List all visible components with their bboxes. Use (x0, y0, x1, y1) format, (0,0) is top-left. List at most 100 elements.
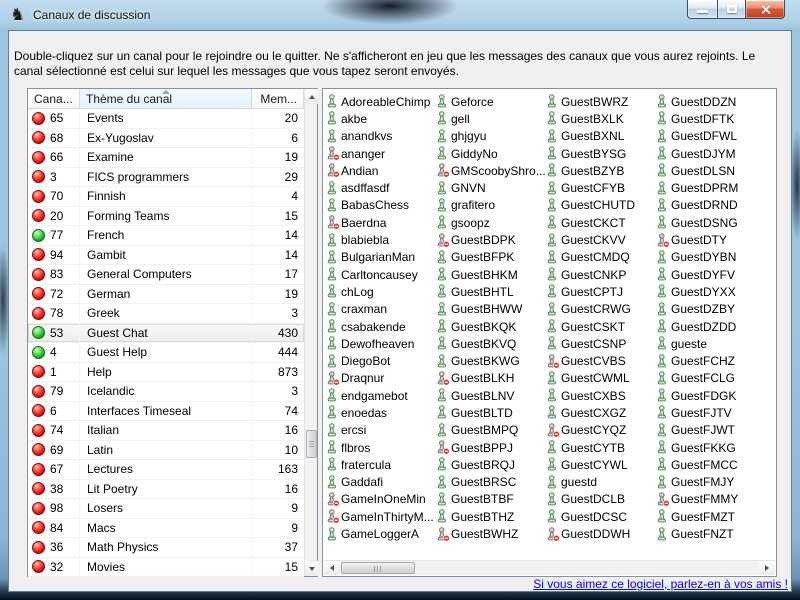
channel-row[interactable]: 68Ex-Yugoslav6 (28, 129, 304, 149)
close-button[interactable] (746, 0, 785, 19)
user-item[interactable]: GuestDRND (656, 197, 766, 214)
user-item[interactable]: GuestBZYB (546, 162, 656, 179)
scroll-right-button[interactable] (759, 561, 775, 575)
user-item[interactable]: guestd (546, 474, 656, 491)
channel-row[interactable]: 78Greek3 (28, 304, 304, 324)
user-item[interactable]: ercsi (326, 422, 436, 439)
user-item[interactable]: akbe (326, 110, 436, 127)
user-item[interactable]: endgamebot (326, 387, 436, 404)
channel-row[interactable]: 84Macs9 (28, 519, 304, 539)
user-item[interactable]: GuestFMJY (656, 474, 766, 491)
user-item[interactable]: GuestBLKH (436, 370, 546, 387)
column-header-members[interactable]: Mem... (252, 89, 304, 108)
user-item[interactable]: anandkvs (326, 128, 436, 145)
user-item[interactable]: ananger (326, 145, 436, 162)
user-item[interactable]: GuestCRWG (546, 301, 656, 318)
user-item[interactable]: blabiebla (326, 231, 436, 248)
user-item[interactable]: GuestBKQK (436, 318, 546, 335)
channel-row[interactable]: 6Interfaces Timeseal74 (28, 402, 304, 422)
user-item[interactable]: GameInThirtyM... (326, 508, 436, 525)
user-item[interactable]: DiegoBot (326, 352, 436, 369)
user-item[interactable]: GuestFDGK (656, 387, 766, 404)
user-item[interactable]: GuestFNZT (656, 525, 766, 542)
user-item[interactable]: GuestBHWW (436, 301, 546, 318)
user-item[interactable]: GuestFMMY (656, 491, 766, 508)
user-item[interactable]: GuestDYBN (656, 249, 766, 266)
user-item[interactable]: GuestBHKM (436, 266, 546, 283)
column-header-theme[interactable]: Thème du canal (80, 89, 252, 108)
user-item[interactable]: GuestBMPQ (436, 422, 546, 439)
channel-row[interactable]: 69Latin10 (28, 441, 304, 461)
user-item[interactable]: GuestDFTK (656, 110, 766, 127)
user-item[interactable]: GuestFJWT (656, 422, 766, 439)
channel-row[interactable]: 79Icelandic3 (28, 382, 304, 402)
scroll-up-button[interactable] (305, 89, 318, 104)
user-item[interactable]: GuestFMZT (656, 508, 766, 525)
user-item[interactable]: GuestFCHZ (656, 352, 766, 369)
user-item[interactable]: GuestBLTD (436, 404, 546, 421)
channel-row[interactable]: 38Lit Poetry16 (28, 480, 304, 500)
channel-row[interactable]: 65Events20 (28, 109, 304, 129)
user-item[interactable]: GuestBKVQ (436, 335, 546, 352)
channel-row[interactable]: 20Forming Teams15 (28, 207, 304, 227)
user-item[interactable]: GuestCHUTD (546, 197, 656, 214)
user-item[interactable]: asdffasdf (326, 179, 436, 196)
channel-row[interactable]: 94Gambit14 (28, 246, 304, 266)
user-item[interactable]: GuestBRQJ (436, 456, 546, 473)
user-item[interactable]: Draqnur (326, 370, 436, 387)
user-item[interactable]: Geforce (436, 93, 546, 110)
user-item[interactable]: GiddyNo (436, 145, 546, 162)
user-item[interactable]: BulgarianMan (326, 249, 436, 266)
user-item[interactable]: GuestDLSN (656, 162, 766, 179)
user-item[interactable]: GuestBFPK (436, 249, 546, 266)
user-item[interactable]: grafitero (436, 197, 546, 214)
channel-row[interactable]: 98Losers9 (28, 499, 304, 519)
members-horizontal-scrollbar[interactable] (324, 560, 775, 575)
user-item[interactable]: GameLoggerA (326, 525, 436, 542)
channel-row[interactable]: 36Math Physics37 (28, 538, 304, 558)
user-item[interactable]: GuestDDZN (656, 93, 766, 110)
user-item[interactable]: GNVN (436, 179, 546, 196)
user-item[interactable]: GuestBTHZ (436, 508, 546, 525)
user-item[interactable]: GuestCYWL (546, 456, 656, 473)
user-item[interactable]: GuestBPPJ (436, 439, 546, 456)
scroll-down-button[interactable] (305, 561, 318, 576)
user-item[interactable]: GuestDJYM (656, 145, 766, 162)
user-item[interactable]: GuestCNKP (546, 266, 656, 283)
user-item[interactable]: GuestCXGZ (546, 404, 656, 421)
user-item[interactable]: GuestDTY (656, 231, 766, 248)
user-item[interactable]: Andian (326, 162, 436, 179)
user-item[interactable]: GMScoobyShro... (436, 162, 546, 179)
horizontal-scrollbar-thumb[interactable] (341, 562, 415, 574)
user-item[interactable]: gell (436, 110, 546, 127)
user-item[interactable]: GuestCKCT (546, 214, 656, 231)
column-header-channel[interactable]: Cana... (28, 89, 80, 108)
user-item[interactable]: GuestCXBS (546, 387, 656, 404)
user-item[interactable]: ghjgyu (436, 128, 546, 145)
titlebar[interactable]: ♞ Canaux de discussion (0, 0, 800, 30)
channel-row[interactable]: 70Finnish4 (28, 187, 304, 207)
user-item[interactable]: GuestCSKT (546, 318, 656, 335)
channel-row[interactable]: 74Italian16 (28, 421, 304, 441)
maximize-button[interactable] (717, 0, 746, 19)
user-item[interactable]: Dewofheaven (326, 335, 436, 352)
user-item[interactable]: fratercula (326, 456, 436, 473)
user-item[interactable]: GuestCWML (546, 370, 656, 387)
user-item[interactable]: GuestDCSC (546, 508, 656, 525)
user-item[interactable]: GuestBDPK (436, 231, 546, 248)
user-item[interactable]: GuestBXLK (546, 110, 656, 127)
user-item[interactable]: AdoreableChimp (326, 93, 436, 110)
user-item[interactable]: Baerdna (326, 214, 436, 231)
user-item[interactable]: GuestCYQZ (546, 422, 656, 439)
user-item[interactable]: GuestDCLB (546, 491, 656, 508)
channel-row[interactable]: 66Examine19 (28, 148, 304, 168)
channel-row[interactable]: 67Lectures163 (28, 460, 304, 480)
user-item[interactable]: GameInOneMin (326, 491, 436, 508)
user-item[interactable]: GuestBYSG (546, 145, 656, 162)
vertical-scrollbar-thumb[interactable] (306, 430, 317, 458)
user-item[interactable]: GuestDFWL (656, 128, 766, 145)
user-item[interactable]: craxman (326, 301, 436, 318)
user-item[interactable]: GuestBHTL (436, 283, 546, 300)
user-item[interactable]: Gaddafi (326, 474, 436, 491)
user-item[interactable]: GuestDYXX (656, 283, 766, 300)
